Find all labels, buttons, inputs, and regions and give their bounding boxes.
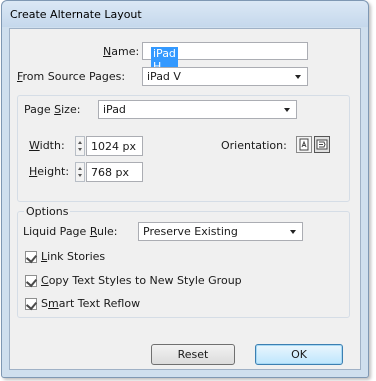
name-label: Name: xyxy=(103,45,140,58)
width-value: 1024 px xyxy=(91,140,136,153)
ok-button[interactable]: OK xyxy=(255,344,343,365)
page-size-label: Page Size: xyxy=(24,103,81,116)
height-label: Height: xyxy=(29,165,70,178)
portrait-orientation-button[interactable] xyxy=(296,136,312,153)
height-value: 768 px xyxy=(91,166,129,179)
create-alternate-layout-dialog: Create Alternate Layout Name: iPad H Fro… xyxy=(1,0,369,378)
width-field[interactable]: 1024 px xyxy=(86,136,143,156)
source-pages-label: From Source Pages: xyxy=(17,70,126,83)
arrow-down-icon[interactable] xyxy=(78,174,82,177)
link-stories-checkbox[interactable] xyxy=(25,251,38,264)
height-stepper[interactable] xyxy=(75,162,85,182)
chevron-down-icon xyxy=(290,230,296,234)
landscape-orientation-icon xyxy=(316,139,328,150)
landscape-orientation-button[interactable] xyxy=(314,136,330,153)
copy-text-styles-checkbox[interactable] xyxy=(25,275,38,288)
chevron-down-icon xyxy=(284,108,290,112)
copy-text-styles-label[interactable]: Copy Text Styles to New Style Group xyxy=(41,274,242,287)
page-size-value: iPad xyxy=(103,103,126,116)
page-size-dropdown[interactable]: iPad xyxy=(98,100,297,119)
smart-text-reflow-label[interactable]: Smart Text Reflow xyxy=(41,297,140,310)
checkmark-icon xyxy=(25,251,38,264)
checkmark-icon xyxy=(25,298,38,311)
reset-button[interactable]: Reset xyxy=(151,344,235,365)
orientation-label: Orientation: xyxy=(221,139,287,152)
checkmark-icon xyxy=(25,275,38,288)
liquid-page-rule-value: Preserve Existing xyxy=(143,225,238,238)
link-stories-label[interactable]: Link Stories xyxy=(41,250,105,263)
arrow-up-icon[interactable] xyxy=(78,167,82,170)
dialog-title: Create Alternate Layout xyxy=(10,8,142,21)
arrow-down-icon[interactable] xyxy=(78,148,82,151)
liquid-page-rule-dropdown[interactable]: Preserve Existing xyxy=(138,222,303,241)
dialog-body: Name: iPad H From Source Pages: iPad V P… xyxy=(9,28,361,370)
portrait-orientation-icon xyxy=(299,138,309,151)
height-field[interactable]: 768 px xyxy=(86,162,143,182)
arrow-up-icon[interactable] xyxy=(78,141,82,144)
chevron-down-icon xyxy=(295,75,301,79)
smart-text-reflow-checkbox[interactable] xyxy=(25,298,38,311)
title-bar[interactable]: Create Alternate Layout xyxy=(2,1,368,27)
options-heading: Options xyxy=(24,205,71,218)
source-pages-dropdown[interactable]: iPad V xyxy=(142,67,308,86)
width-label: Width: xyxy=(29,139,65,152)
name-field[interactable]: iPad H xyxy=(142,42,308,73)
source-pages-value: iPad V xyxy=(147,70,181,83)
liquid-page-rule-label: Liquid Page Rule: xyxy=(23,225,118,238)
width-stepper[interactable] xyxy=(75,136,85,156)
